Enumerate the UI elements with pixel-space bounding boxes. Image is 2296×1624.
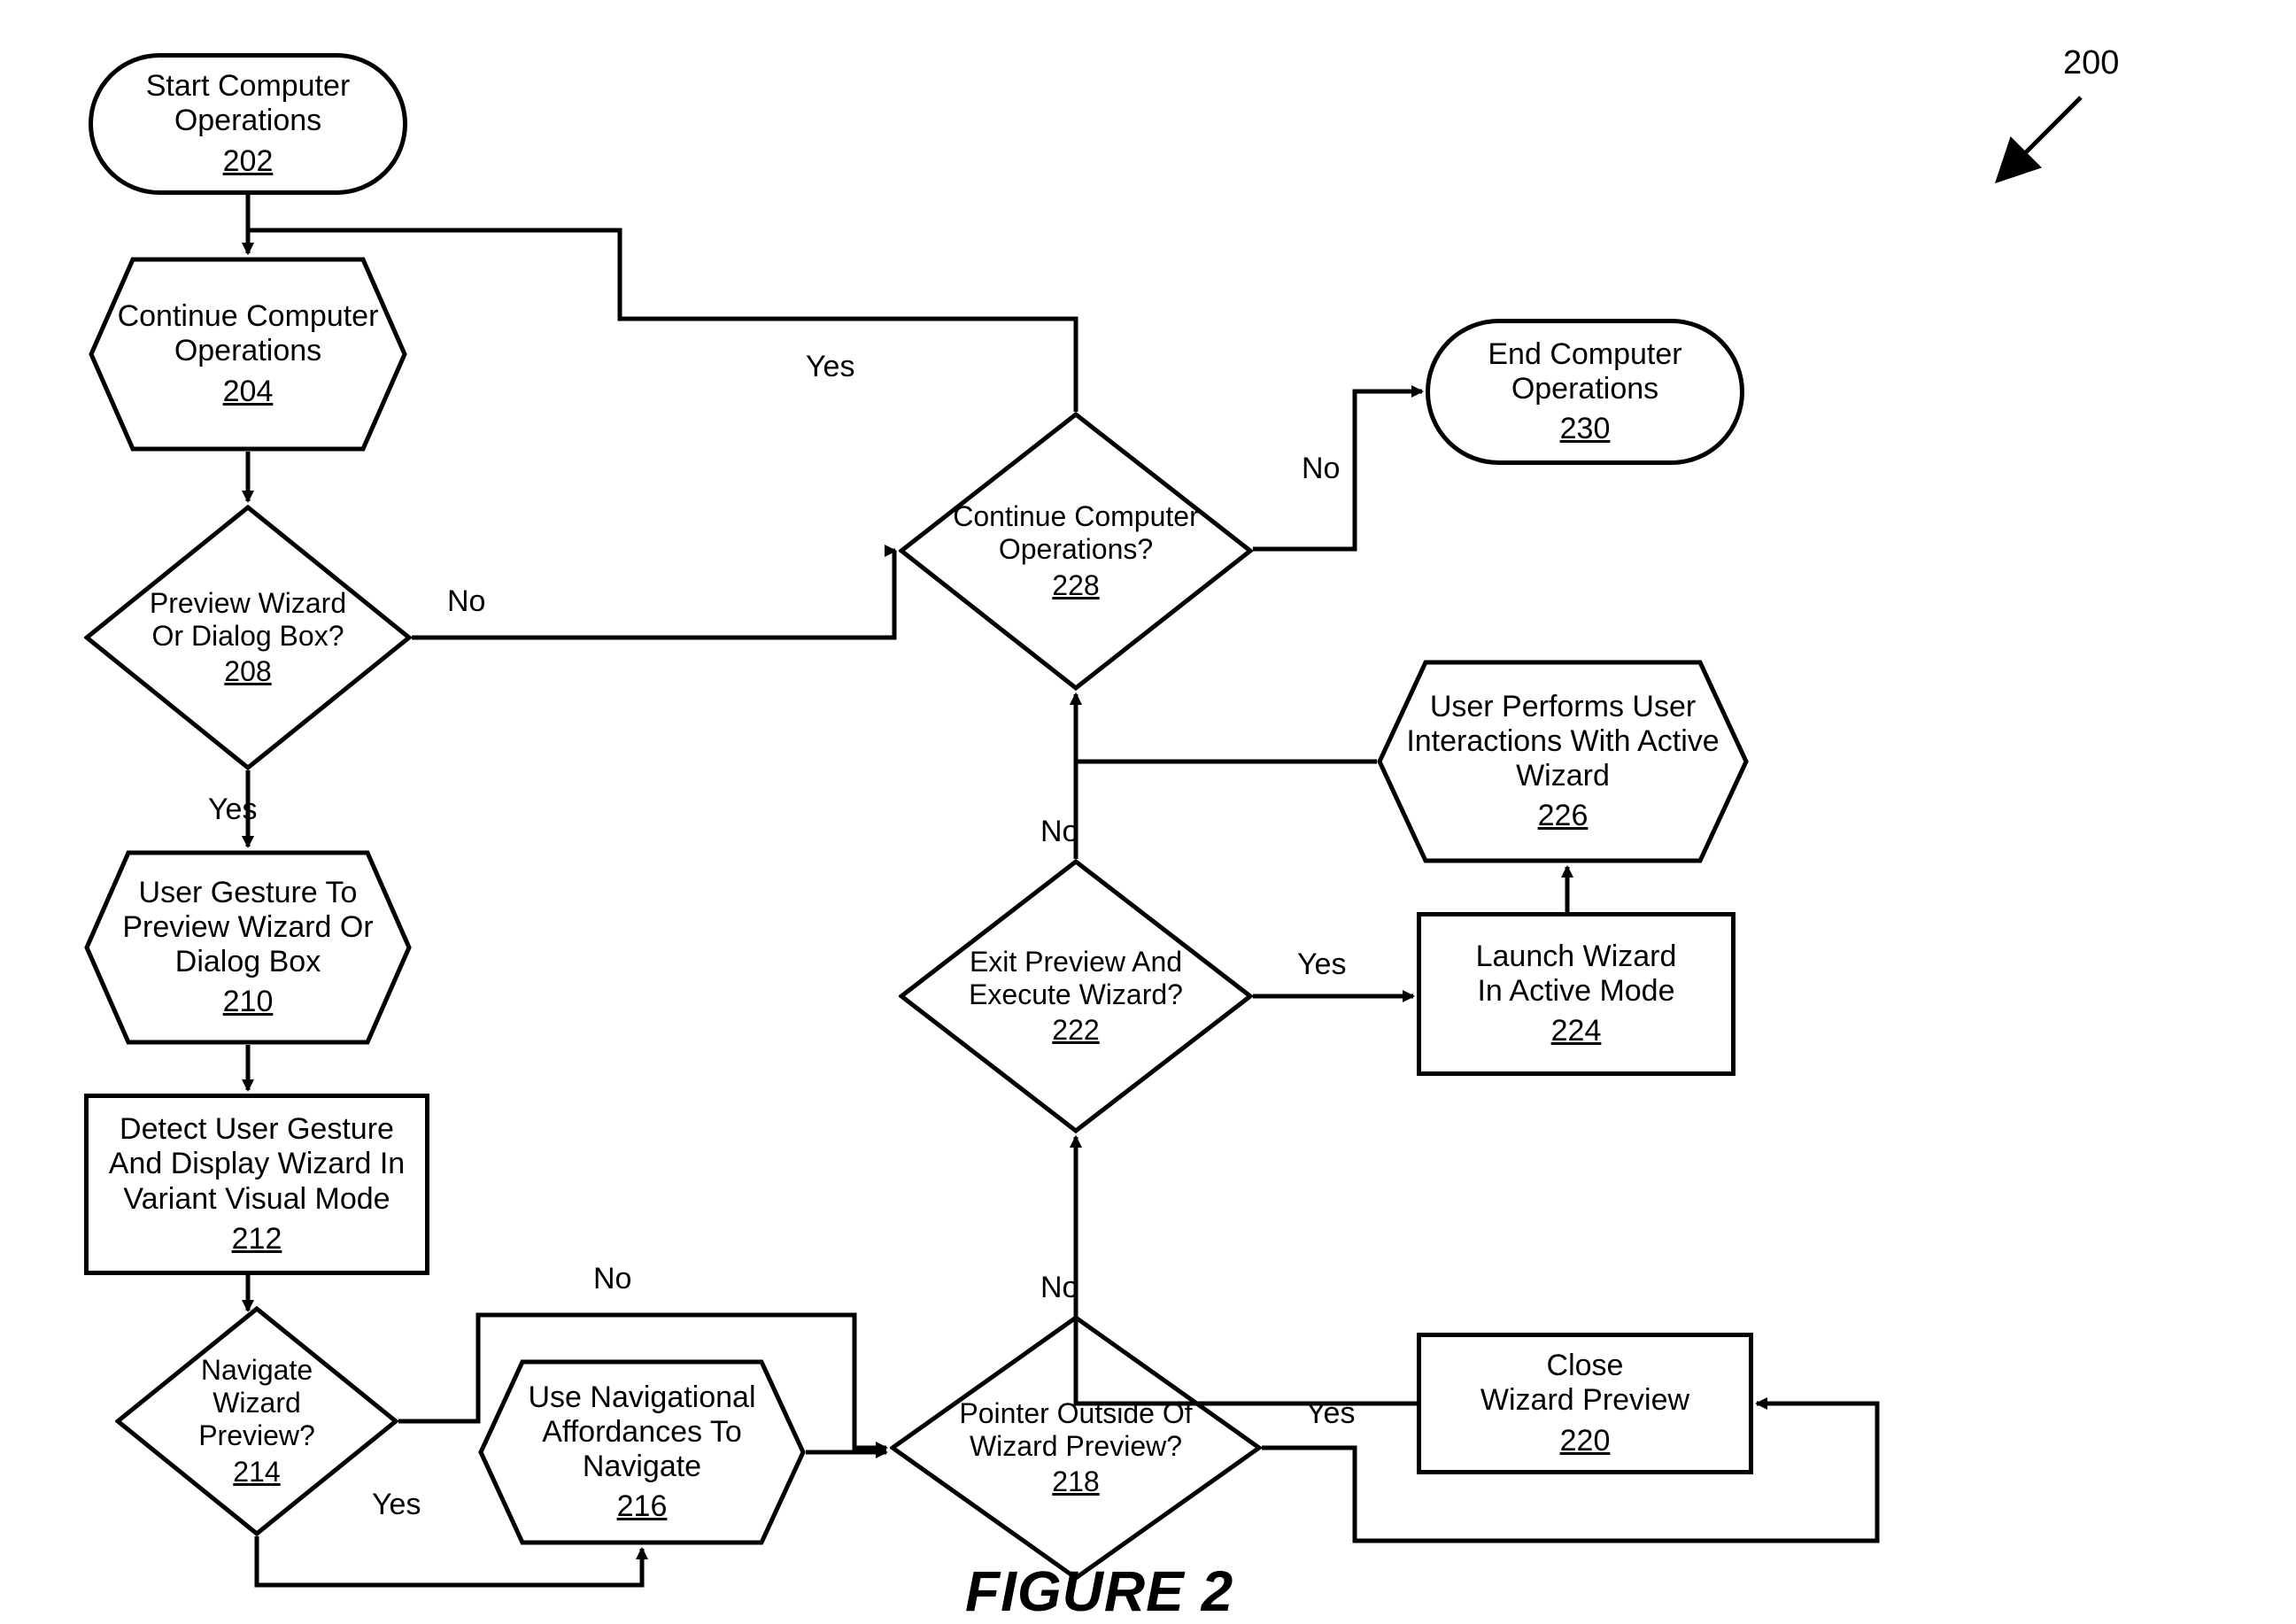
node-number: 226 (1538, 799, 1589, 833)
node-number: 216 (617, 1489, 668, 1524)
decision-navigate-214: Navigate Wizard Preview? 214 (115, 1306, 398, 1536)
terminator-start-202: Start Computer Operations 202 (89, 53, 407, 195)
process-detect-212: Detect User Gesture And Display Wizard I… (84, 1094, 429, 1275)
node-label: User Performs User Interactions With Act… (1389, 690, 1736, 793)
node-label: User Gesture To Preview Wizard Or Dialog… (97, 876, 399, 979)
userop-continue-204: Continue Computer Operations 204 (89, 257, 407, 452)
node-label: Exit Preview And Execute Wizard? (952, 946, 1200, 1011)
node-label: End Computer Operations (1488, 337, 1681, 406)
node-label: Start Computer Operations (146, 69, 351, 138)
node-number: 228 (1052, 569, 1099, 602)
edge-label-228-no: No (1302, 452, 1340, 486)
edge-label-228-yes: Yes (806, 350, 854, 384)
edge-label-222-no: No (1040, 815, 1078, 849)
node-label: Detect User Gesture And Display Wizard I… (109, 1112, 405, 1216)
userop-gesture-210: User Gesture To Preview Wizard Or Dialog… (84, 850, 412, 1045)
figure-number-text: 200 (2063, 44, 2119, 81)
terminator-end-230: End Computer Operations 230 (1426, 319, 1744, 465)
userop-navigate-216: Use Navigational Affordances To Navigate… (478, 1359, 806, 1545)
decision-pointer-218: Pointer Outside Of Wizard Preview? 218 (890, 1315, 1262, 1581)
edge-label-218-no: No (1040, 1271, 1078, 1305)
node-number: 214 (233, 1456, 280, 1489)
node-number: 220 (1560, 1424, 1611, 1458)
node-number: 204 (223, 375, 274, 409)
node-label: Close Wizard Preview (1480, 1349, 1689, 1418)
edge-label-208-yes: Yes (208, 793, 257, 827)
node-label: Navigate Wizard Preview? (168, 1354, 345, 1451)
edge-label-208-no: No (447, 584, 485, 619)
node-number: 202 (223, 144, 274, 179)
process-launch-224: Launch Wizard In Active Mode 224 (1417, 912, 1736, 1076)
node-label: Continue Computer Operations? (952, 500, 1200, 566)
edge-label-214-no: No (593, 1262, 631, 1296)
node-number: 230 (1560, 412, 1611, 446)
flowchart-stage: 200 Start Computer Operations 202 Contin… (0, 0, 2296, 1619)
node-label: Launch Wizard In Active Mode (1476, 940, 1677, 1009)
decision-exit-222: Exit Preview And Execute Wizard? 222 (899, 859, 1253, 1133)
node-number: 210 (223, 985, 274, 1019)
node-number: 222 (1052, 1014, 1099, 1047)
node-label: Continue Computer Operations (101, 299, 395, 368)
decision-continue-228: Continue Computer Operations? 228 (899, 412, 1253, 691)
figure-number-arrow (1983, 89, 2090, 195)
node-number: 224 (1551, 1014, 1602, 1048)
userop-interact-226: User Performs User Interactions With Act… (1377, 660, 1749, 863)
node-label: Preview Wizard Or Dialog Box? (137, 587, 359, 653)
figure-number-label: 200 (2063, 44, 2119, 82)
node-label: Pointer Outside Of Wizard Preview? (943, 1397, 1209, 1463)
decision-preview-208: Preview Wizard Or Dialog Box? 208 (84, 505, 412, 770)
process-close-220: Close Wizard Preview 220 (1417, 1333, 1753, 1474)
node-number: 212 (232, 1222, 282, 1257)
edge-label-214-yes: Yes (372, 1488, 421, 1522)
figure-caption: FIGURE 2 (965, 1558, 1233, 1624)
node-number: 218 (1052, 1465, 1099, 1498)
node-number: 208 (224, 655, 271, 688)
node-label: Use Navigational Affordances To Navigate (491, 1380, 793, 1484)
edge-label-222-yes: Yes (1297, 947, 1346, 982)
edge-label-218-yes: Yes (1306, 1396, 1355, 1431)
